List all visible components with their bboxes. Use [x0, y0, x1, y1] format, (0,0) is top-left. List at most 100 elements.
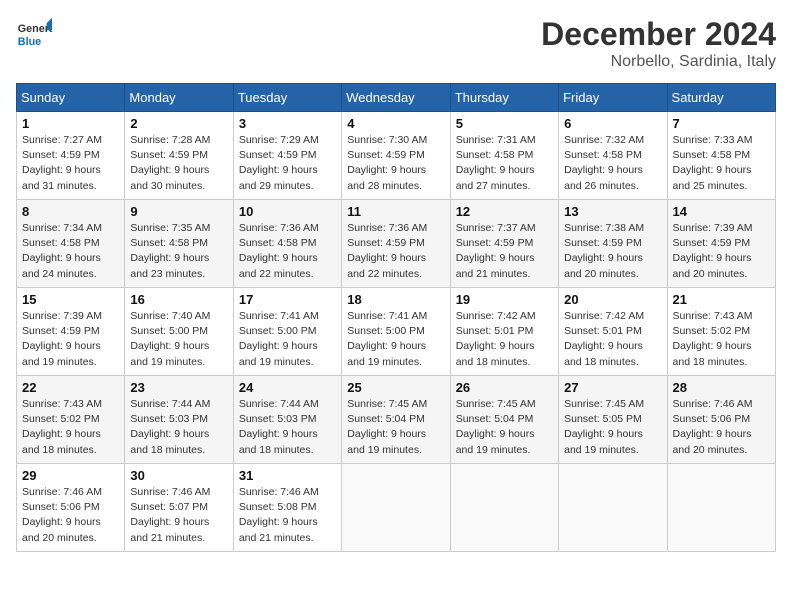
day-number: 29: [22, 468, 119, 483]
day-number: 30: [130, 468, 227, 483]
logo-icon: General Blue: [16, 16, 52, 52]
day-info: Sunrise: 7:46 AMSunset: 5:06 PMDaylight:…: [673, 397, 770, 458]
day-number: 25: [347, 380, 444, 395]
day-info: Sunrise: 7:39 AMSunset: 4:59 PMDaylight:…: [22, 309, 119, 370]
week-row-0: 1 Sunrise: 7:27 AMSunset: 4:59 PMDaylight…: [17, 112, 776, 200]
weekday-header-monday: Monday: [125, 84, 233, 112]
day-number: 14: [673, 204, 770, 219]
day-number: 8: [22, 204, 119, 219]
day-info: Sunrise: 7:36 AMSunset: 4:59 PMDaylight:…: [347, 221, 444, 282]
calendar-cell: 22Sunrise: 7:43 AMSunset: 5:02 PMDayligh…: [17, 376, 125, 464]
calendar-cell: [559, 464, 667, 552]
weekday-header-thursday: Thursday: [450, 84, 558, 112]
calendar-cell: 16 Sunrise: 7:40 AMSunset: 5:00 PMDayligh…: [125, 288, 233, 376]
day-info: Sunrise: 7:46 AMSunset: 5:08 PMDaylight:…: [239, 485, 336, 546]
calendar-cell: 26 Sunrise: 7:45 AMSunset: 5:04 PMDayligh…: [450, 376, 558, 464]
day-number: 7: [673, 116, 770, 131]
day-number: 2: [130, 116, 227, 131]
calendar-cell: 21 Sunrise: 7:43 AMSunset: 5:02 PMDayligh…: [667, 288, 775, 376]
day-info: Sunrise: 7:45 AMSunset: 5:04 PMDaylight:…: [347, 397, 444, 458]
title-area: December 2024 Norbello, Sardinia, Italy: [541, 16, 776, 71]
day-info: Sunrise: 7:33 AMSunset: 4:58 PMDaylight:…: [673, 133, 770, 194]
calendar-cell: [450, 464, 558, 552]
calendar-cell: 6Sunrise: 7:32 AMSunset: 4:58 PMDaylight…: [559, 112, 667, 200]
day-number: 15: [22, 292, 119, 307]
day-info: Sunrise: 7:36 AMSunset: 4:58 PMDaylight:…: [239, 221, 336, 282]
day-number: 11: [347, 204, 444, 219]
day-info: Sunrise: 7:43 AMSunset: 5:02 PMDaylight:…: [673, 309, 770, 370]
weekday-header-row: SundayMondayTuesdayWednesdayThursdayFrid…: [17, 84, 776, 112]
calendar-cell: 4 Sunrise: 7:30 AMSunset: 4:59 PMDaylight…: [342, 112, 450, 200]
calendar-cell: 12 Sunrise: 7:37 AMSunset: 4:59 PMDayligh…: [450, 200, 558, 288]
svg-text:Blue: Blue: [18, 36, 41, 48]
week-row-3: 22Sunrise: 7:43 AMSunset: 5:02 PMDayligh…: [17, 376, 776, 464]
calendar-cell: 31 Sunrise: 7:46 AMSunset: 5:08 PMDayligh…: [233, 464, 341, 552]
day-number: 10: [239, 204, 336, 219]
day-number: 21: [673, 292, 770, 307]
day-number: 4: [347, 116, 444, 131]
calendar-cell: 1 Sunrise: 7:27 AMSunset: 4:59 PMDaylight…: [17, 112, 125, 200]
calendar-cell: 24 Sunrise: 7:44 AMSunset: 5:03 PMDayligh…: [233, 376, 341, 464]
calendar-cell: 10 Sunrise: 7:36 AMSunset: 4:58 PMDayligh…: [233, 200, 341, 288]
calendar-cell: 13 Sunrise: 7:38 AMSunset: 4:59 PMDayligh…: [559, 200, 667, 288]
day-info: Sunrise: 7:41 AMSunset: 5:00 PMDaylight:…: [347, 309, 444, 370]
day-info: Sunrise: 7:34 AMSunset: 4:58 PMDaylight:…: [22, 221, 119, 282]
calendar-table: SundayMondayTuesdayWednesdayThursdayFrid…: [16, 83, 776, 552]
calendar-cell: 5 Sunrise: 7:31 AMSunset: 4:58 PMDaylight…: [450, 112, 558, 200]
calendar-cell: 7 Sunrise: 7:33 AMSunset: 4:58 PMDaylight…: [667, 112, 775, 200]
calendar-cell: [342, 464, 450, 552]
day-info: Sunrise: 7:38 AMSunset: 4:59 PMDaylight:…: [564, 221, 661, 282]
day-number: 19: [456, 292, 553, 307]
day-number: 1: [22, 116, 119, 131]
day-info: Sunrise: 7:41 AMSunset: 5:00 PMDaylight:…: [239, 309, 336, 370]
weekday-header-friday: Friday: [559, 84, 667, 112]
day-info: Sunrise: 7:35 AMSunset: 4:58 PMDaylight:…: [130, 221, 227, 282]
day-info: Sunrise: 7:37 AMSunset: 4:59 PMDaylight:…: [456, 221, 553, 282]
day-info: Sunrise: 7:31 AMSunset: 4:58 PMDaylight:…: [456, 133, 553, 194]
day-info: Sunrise: 7:39 AMSunset: 4:59 PMDaylight:…: [673, 221, 770, 282]
day-number: 22: [22, 380, 119, 395]
day-info: Sunrise: 7:46 AMSunset: 5:07 PMDaylight:…: [130, 485, 227, 546]
calendar-cell: 8 Sunrise: 7:34 AMSunset: 4:58 PMDaylight…: [17, 200, 125, 288]
month-title: December 2024: [541, 16, 776, 53]
day-info: Sunrise: 7:46 AMSunset: 5:06 PMDaylight:…: [22, 485, 119, 546]
day-number: 16: [130, 292, 227, 307]
weekday-header-wednesday: Wednesday: [342, 84, 450, 112]
calendar-cell: 3Sunrise: 7:29 AMSunset: 4:59 PMDaylight…: [233, 112, 341, 200]
day-number: 3: [239, 116, 336, 131]
calendar-cell: 28 Sunrise: 7:46 AMSunset: 5:06 PMDayligh…: [667, 376, 775, 464]
day-number: 18: [347, 292, 444, 307]
calendar-cell: 29 Sunrise: 7:46 AMSunset: 5:06 PMDayligh…: [17, 464, 125, 552]
day-info: Sunrise: 7:45 AMSunset: 5:04 PMDaylight:…: [456, 397, 553, 458]
day-info: Sunrise: 7:30 AMSunset: 4:59 PMDaylight:…: [347, 133, 444, 194]
day-number: 31: [239, 468, 336, 483]
week-row-2: 15 Sunrise: 7:39 AMSunset: 4:59 PMDayligh…: [17, 288, 776, 376]
logo: General Blue: [16, 16, 52, 52]
day-number: 17: [239, 292, 336, 307]
calendar-cell: 18 Sunrise: 7:41 AMSunset: 5:00 PMDayligh…: [342, 288, 450, 376]
day-number: 13: [564, 204, 661, 219]
calendar-cell: 11 Sunrise: 7:36 AMSunset: 4:59 PMDayligh…: [342, 200, 450, 288]
weekday-header-sunday: Sunday: [17, 84, 125, 112]
header: General Blue December 2024 Norbello, Sar…: [16, 16, 776, 71]
day-info: Sunrise: 7:42 AMSunset: 5:01 PMDaylight:…: [456, 309, 553, 370]
calendar-cell: 25 Sunrise: 7:45 AMSunset: 5:04 PMDayligh…: [342, 376, 450, 464]
calendar-cell: 30 Sunrise: 7:46 AMSunset: 5:07 PMDayligh…: [125, 464, 233, 552]
day-info: Sunrise: 7:45 AMSunset: 5:05 PMDaylight:…: [564, 397, 661, 458]
day-number: 28: [673, 380, 770, 395]
day-number: 26: [456, 380, 553, 395]
day-info: Sunrise: 7:44 AMSunset: 5:03 PMDaylight:…: [239, 397, 336, 458]
day-number: 24: [239, 380, 336, 395]
day-info: Sunrise: 7:44 AMSunset: 5:03 PMDaylight:…: [130, 397, 227, 458]
day-info: Sunrise: 7:27 AMSunset: 4:59 PMDaylight:…: [22, 133, 119, 194]
day-number: 20: [564, 292, 661, 307]
week-row-1: 8 Sunrise: 7:34 AMSunset: 4:58 PMDaylight…: [17, 200, 776, 288]
calendar-cell: 17 Sunrise: 7:41 AMSunset: 5:00 PMDayligh…: [233, 288, 341, 376]
location-title: Norbello, Sardinia, Italy: [541, 53, 776, 71]
calendar-cell: 2Sunrise: 7:28 AMSunset: 4:59 PMDaylight…: [125, 112, 233, 200]
weekday-header-saturday: Saturday: [667, 84, 775, 112]
day-number: 12: [456, 204, 553, 219]
day-number: 5: [456, 116, 553, 131]
day-info: Sunrise: 7:40 AMSunset: 5:00 PMDaylight:…: [130, 309, 227, 370]
weekday-header-tuesday: Tuesday: [233, 84, 341, 112]
